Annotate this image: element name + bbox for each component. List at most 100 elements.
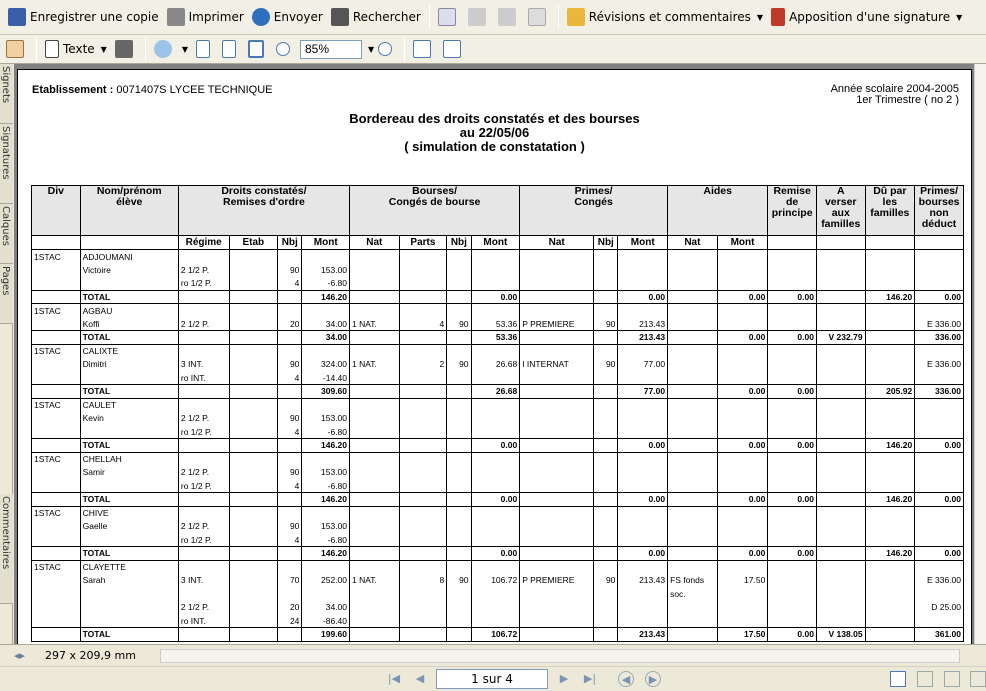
undo-button[interactable] bbox=[464, 4, 494, 30]
table-cell bbox=[716, 249, 769, 263]
continuous-icon[interactable] bbox=[917, 671, 933, 687]
next-view-icon[interactable]: ▶ bbox=[645, 671, 661, 687]
table-cell: TOTAL bbox=[79, 330, 179, 345]
collapse-arrows-icon[interactable]: ◂▸ bbox=[14, 649, 25, 662]
tab-pages[interactable]: Pages bbox=[0, 264, 13, 324]
last-page-button[interactable]: ▶| bbox=[582, 671, 598, 687]
table-cell bbox=[617, 452, 669, 466]
table-row: Victoire 2 1/2 P. 90 153.00 bbox=[31, 263, 964, 277]
table-cell bbox=[79, 614, 179, 628]
table-cell bbox=[716, 398, 769, 412]
table-cell bbox=[815, 452, 866, 466]
table-cell bbox=[349, 411, 400, 425]
redo-button[interactable] bbox=[494, 4, 524, 30]
zoom-in-tool[interactable]: ▼ bbox=[150, 36, 192, 62]
table-cell bbox=[593, 465, 619, 479]
previous-page-button[interactable]: ◀ bbox=[412, 671, 428, 687]
table-cell bbox=[277, 344, 303, 358]
total-row: TOTAL 146.20 0.00 0.00 0.00 0.00 146.20 0.00 bbox=[31, 546, 964, 561]
zoom-in-button[interactable] bbox=[374, 36, 400, 62]
zoom-out-button[interactable] bbox=[272, 36, 298, 62]
text-select-tool[interactable]: Texte ▼ bbox=[41, 36, 111, 62]
table-cell: P PREMIERE bbox=[519, 317, 595, 331]
table-cell bbox=[446, 600, 472, 614]
table-cell bbox=[470, 276, 521, 290]
tab-layers[interactable]: Calques bbox=[0, 204, 13, 264]
actual-size-button[interactable] bbox=[192, 36, 218, 62]
vertical-scrollbar[interactable] bbox=[974, 64, 986, 644]
rotate-right-button[interactable] bbox=[439, 36, 469, 62]
fit-page-button[interactable] bbox=[218, 36, 244, 62]
table-row: ro INT. 24 -86.40 bbox=[31, 614, 964, 628]
binoculars-icon bbox=[330, 8, 349, 26]
table-cell bbox=[864, 411, 916, 425]
send-button[interactable]: Envoyer bbox=[248, 4, 327, 30]
rotate-left-button[interactable] bbox=[409, 36, 439, 62]
table-cell bbox=[470, 411, 521, 425]
table-cell: 153.00 bbox=[301, 519, 351, 533]
table-cell bbox=[864, 627, 916, 642]
horizontal-scrollbar[interactable] bbox=[159, 648, 960, 663]
document-viewport[interactable]: Etablissement : 0071407S LYCEE TECHNIQUE… bbox=[14, 64, 974, 644]
tab-bookmarks[interactable]: Signets bbox=[0, 64, 13, 124]
table-cell: 2 1/2 P. bbox=[177, 465, 230, 479]
table-cell: 2 1/2 P. bbox=[177, 411, 230, 425]
copy-button[interactable] bbox=[524, 4, 554, 30]
table-cell bbox=[177, 587, 230, 601]
table-cell bbox=[177, 303, 230, 317]
table-cell bbox=[349, 438, 400, 453]
table-cell bbox=[914, 465, 964, 479]
search-button[interactable]: Rechercher bbox=[327, 4, 425, 30]
next-page-button[interactable]: ▶ bbox=[556, 671, 572, 687]
snapshot-tool-button[interactable] bbox=[111, 36, 141, 62]
table-cell bbox=[31, 263, 81, 277]
hand-tool-button[interactable] bbox=[2, 36, 32, 62]
table-cell: 0.00 bbox=[470, 438, 521, 453]
table-cell: 53.36 bbox=[470, 330, 521, 345]
table-cell: P PREMIERE bbox=[519, 573, 595, 587]
table-cell bbox=[667, 330, 718, 345]
table-cell bbox=[815, 587, 866, 601]
table-cell bbox=[815, 344, 866, 358]
table-cell bbox=[228, 492, 279, 507]
table-cell: -6.80 bbox=[301, 479, 351, 493]
single-page-icon[interactable] bbox=[890, 671, 906, 687]
table-row: ro INT. 4 -14.40 bbox=[31, 371, 964, 385]
table-cell bbox=[767, 573, 817, 587]
fit-page-icon bbox=[221, 40, 236, 58]
review-comments-menu[interactable]: Révisions et commentaires ▼ bbox=[563, 4, 767, 30]
table-cell bbox=[349, 384, 400, 399]
table-cell: E 336.00 bbox=[914, 317, 964, 331]
table-cell: 34.00 bbox=[301, 600, 351, 614]
previous-view-icon[interactable]: ◀ bbox=[618, 671, 634, 687]
tab-signatures[interactable]: Signatures bbox=[0, 124, 13, 204]
print-button[interactable]: Imprimer bbox=[163, 4, 248, 30]
table-cell bbox=[864, 371, 916, 385]
table-cell bbox=[914, 249, 964, 263]
table-cell: CHELLAH bbox=[79, 452, 179, 466]
continuous-facing-icon[interactable] bbox=[970, 671, 986, 687]
save-copy-button[interactable]: Enregistrer une copie bbox=[4, 4, 163, 30]
facing-icon[interactable] bbox=[944, 671, 960, 687]
table-cell bbox=[228, 573, 279, 587]
sign-menu[interactable]: Apposition d'une signature ▼ bbox=[767, 4, 966, 30]
table-cell bbox=[470, 479, 521, 493]
table-cell: 1STAC bbox=[31, 303, 81, 317]
fit-width-button[interactable] bbox=[244, 36, 272, 62]
table-cell: 361.00 bbox=[914, 627, 964, 642]
first-page-button[interactable]: |◀ bbox=[386, 671, 402, 687]
table-cell: 153.00 bbox=[301, 411, 351, 425]
table-cell bbox=[31, 546, 81, 561]
table-cell bbox=[228, 344, 279, 358]
table-cell: 0.00 bbox=[716, 492, 769, 507]
table-cell bbox=[228, 411, 279, 425]
col-bourses: Bourses/Congés de bourse bbox=[349, 185, 521, 236]
table-cell: 252.00 bbox=[301, 573, 351, 587]
zoom-input[interactable] bbox=[299, 39, 362, 59]
tab-comments[interactable]: Commentaires bbox=[0, 494, 13, 604]
table-cell: 1 NAT. bbox=[349, 357, 400, 371]
table-cell bbox=[349, 627, 400, 642]
spellcheck-button[interactable] bbox=[434, 4, 464, 30]
page-number-field[interactable]: 1 sur 4 bbox=[436, 669, 548, 689]
table-cell bbox=[767, 357, 817, 371]
